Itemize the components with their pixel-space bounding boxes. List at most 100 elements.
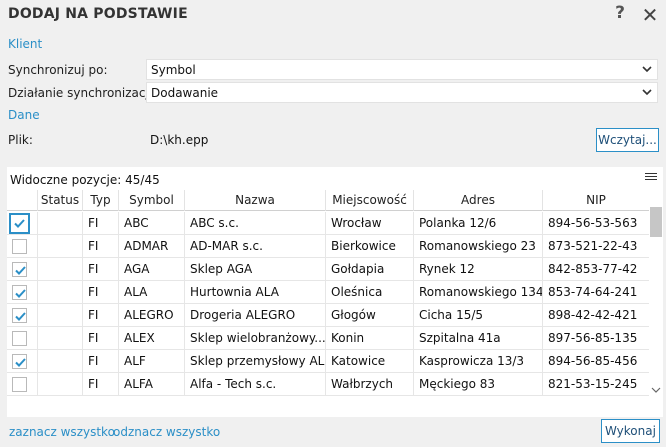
chevron-down-icon bbox=[641, 62, 653, 76]
city-cell: Oleśnica bbox=[325, 281, 413, 304]
city-cell: Głogów bbox=[325, 304, 413, 327]
select-cell bbox=[7, 281, 37, 304]
name-cell: Drogeria ALEGRO bbox=[184, 304, 325, 327]
row-checkbox[interactable] bbox=[12, 239, 27, 254]
name-cell: ABC s.c. bbox=[184, 212, 325, 235]
name-cell: Sklep wielobranżowy... bbox=[184, 327, 325, 350]
checkmark-icon bbox=[15, 289, 26, 298]
nip-cell: 853-74-64-241 bbox=[542, 281, 649, 304]
row-checkbox[interactable] bbox=[12, 285, 27, 300]
symbol-cell: ADMAR bbox=[118, 235, 184, 258]
name-cell: Sklep AGA bbox=[184, 258, 325, 281]
row-checkbox[interactable] bbox=[9, 213, 30, 234]
deselect-all-link[interactable]: odznacz wszystko bbox=[113, 425, 220, 439]
name-cell: Sklep przemysłowy ALF bbox=[184, 350, 325, 373]
type-cell: FI bbox=[82, 304, 118, 327]
scrollbar-thumb[interactable] bbox=[650, 207, 662, 237]
type-cell: FI bbox=[82, 281, 118, 304]
status-cell bbox=[37, 350, 82, 373]
table-row[interactable]: FI AGA Sklep AGA Gołdapia Rynek 12 842-853-77… bbox=[7, 258, 649, 281]
address-cell: Polanka 12/6 bbox=[413, 212, 542, 235]
row-checkbox[interactable] bbox=[12, 262, 27, 277]
type-cell: FI bbox=[82, 258, 118, 281]
status-cell bbox=[37, 212, 82, 235]
select-cell bbox=[7, 304, 37, 327]
address-cell: Romanowskiego 23 bbox=[413, 235, 542, 258]
table-row[interactable]: FI ABC ABC s.c. Wrocław Polanka 12/6 894-56-5… bbox=[7, 212, 649, 235]
address-cell: Kasprowicza 13/3 bbox=[413, 350, 542, 373]
address-cell: Szpitalna 41a bbox=[413, 327, 542, 350]
city-cell: Konin bbox=[325, 327, 413, 350]
table-row[interactable]: FI ALEGRO Drogeria ALEGRO Głogów Cicha 15/5 8… bbox=[7, 304, 649, 327]
table-row[interactable]: FI ALF Sklep przemysłowy ALF Katowice Kaspro… bbox=[7, 350, 649, 373]
sync-action-select[interactable]: Dodawanie bbox=[146, 82, 658, 103]
chevron-down-icon bbox=[641, 85, 653, 99]
row-checkbox[interactable] bbox=[12, 354, 27, 369]
help-button[interactable]: ? bbox=[611, 3, 629, 25]
select-cell bbox=[7, 327, 37, 350]
table-row[interactable]: FI ADMAR AD-MAR s.c. Bierkowice Romanowskieg… bbox=[7, 235, 649, 258]
row-checkbox[interactable] bbox=[12, 377, 27, 392]
symbol-cell: ALA bbox=[118, 281, 184, 304]
column-header-type[interactable]: Typ bbox=[82, 190, 118, 211]
address-cell: Cicha 15/5 bbox=[413, 304, 542, 327]
select-cell bbox=[7, 212, 37, 235]
address-cell: Rynek 12 bbox=[413, 258, 542, 281]
grid-header: Status Typ Symbol Nazwa Miejscowość Adre… bbox=[7, 190, 649, 211]
sync-by-select[interactable]: Symbol bbox=[146, 59, 658, 80]
symbol-cell: ALEX bbox=[118, 327, 184, 350]
file-label: Plik: bbox=[8, 133, 33, 147]
checkmark-icon bbox=[15, 312, 26, 321]
sync-by-value: Symbol bbox=[151, 63, 196, 77]
column-header-city[interactable]: Miejscowość bbox=[325, 190, 413, 211]
type-cell: FI bbox=[82, 373, 118, 396]
symbol-cell: ALF bbox=[118, 350, 184, 373]
status-cell bbox=[37, 258, 82, 281]
sync-action-value: Dodawanie bbox=[151, 86, 219, 100]
nip-cell: 894-56-53-563 bbox=[542, 212, 649, 235]
table-row[interactable]: FI ALEX Sklep wielobranżowy... Konin Szpital… bbox=[7, 327, 649, 350]
title-bar: DODAJ NA PODSTAWIE ? ✕ bbox=[0, 0, 666, 30]
select-all-link[interactable]: zaznacz wszystko bbox=[9, 425, 115, 439]
city-cell: Bierkowice bbox=[325, 235, 413, 258]
address-cell: Męckiego 83 bbox=[413, 373, 542, 396]
type-cell: FI bbox=[82, 350, 118, 373]
column-header-status[interactable]: Status bbox=[37, 190, 82, 211]
scroll-down-icon[interactable] bbox=[651, 383, 661, 393]
column-header-address[interactable]: Adres bbox=[413, 190, 542, 211]
column-header-nip[interactable]: NIP bbox=[542, 190, 649, 211]
city-cell: Gołdapia bbox=[325, 258, 413, 281]
nip-cell: 842-853-77-42 bbox=[542, 258, 649, 281]
column-header-name[interactable]: Nazwa bbox=[184, 190, 325, 211]
column-header-select[interactable] bbox=[7, 190, 37, 211]
status-cell bbox=[37, 235, 82, 258]
close-button[interactable]: ✕ bbox=[638, 3, 662, 27]
checkmark-icon bbox=[15, 358, 26, 367]
select-cell bbox=[7, 235, 37, 258]
visible-count: Widoczne pozycje: 45/45 bbox=[10, 173, 160, 187]
table-row[interactable]: FI ALA Hurtownia ALA Oleśnica Romanowskiego … bbox=[7, 281, 649, 304]
type-cell: FI bbox=[82, 327, 118, 350]
name-cell: Alfa - Tech s.c. bbox=[184, 373, 325, 396]
column-header-symbol[interactable]: Symbol bbox=[118, 190, 184, 211]
name-cell: AD-MAR s.c. bbox=[184, 235, 325, 258]
table-row[interactable]: FI ALFA Alfa - Tech s.c. Wałbrzych Męckiego … bbox=[7, 373, 649, 396]
symbol-cell: ALFA bbox=[118, 373, 184, 396]
execute-button[interactable]: Wykonaj bbox=[601, 419, 660, 443]
type-cell: FI bbox=[82, 212, 118, 235]
type-cell: FI bbox=[82, 235, 118, 258]
nip-cell: 821-53-15-245 bbox=[542, 373, 649, 396]
window-title: DODAJ NA PODSTAWIE bbox=[8, 6, 188, 22]
nip-cell: 898-42-42-421 bbox=[542, 304, 649, 327]
load-file-button[interactable]: Wczytaj... bbox=[596, 128, 659, 152]
checkmark-icon bbox=[15, 266, 26, 275]
city-cell: Wałbrzych bbox=[325, 373, 413, 396]
name-cell: Hurtownia ALA bbox=[184, 281, 325, 304]
nip-cell: 894-56-85-456 bbox=[542, 350, 649, 373]
grid-scrollbar[interactable] bbox=[649, 207, 663, 393]
row-checkbox[interactable] bbox=[12, 331, 27, 346]
contractors-grid: Widoczne pozycje: 45/45 Status Typ Symbo… bbox=[7, 167, 663, 417]
row-checkbox[interactable] bbox=[12, 308, 27, 323]
grid-menu-icon[interactable] bbox=[645, 171, 657, 183]
symbol-cell: AGA bbox=[118, 258, 184, 281]
